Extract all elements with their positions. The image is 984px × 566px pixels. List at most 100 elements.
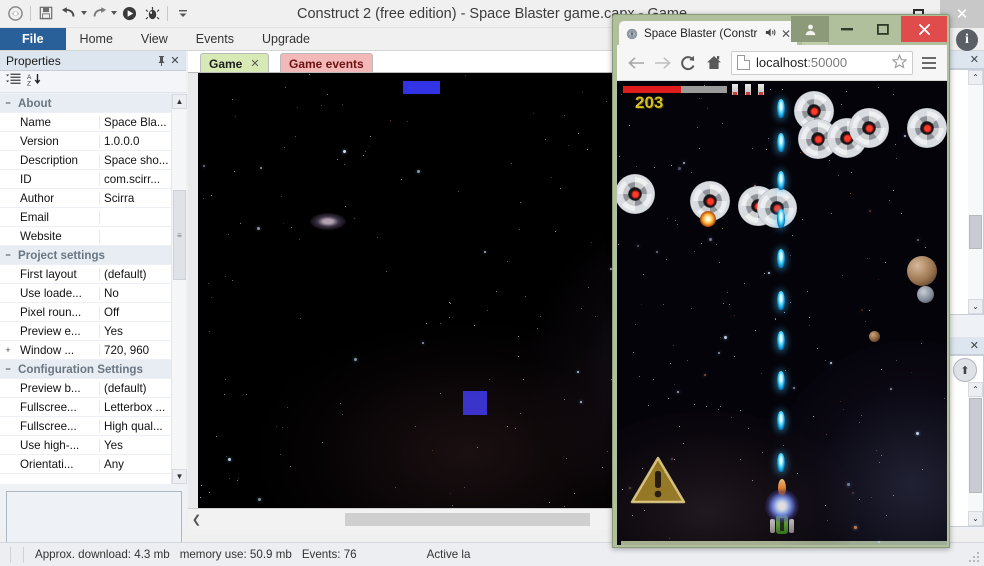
property-row[interactable]: Orientati... Any [0,455,171,474]
ribbon-tab-events[interactable]: Events [182,28,248,50]
pin-icon[interactable] [154,54,168,68]
property-value[interactable]: Off [100,306,171,319]
scrollbar-thumb[interactable] [969,215,982,249]
info-icon[interactable]: i [956,29,978,51]
tab-game-events[interactable]: Game events [280,53,373,73]
property-row[interactable]: Email [0,208,171,227]
scrollbar-thumb[interactable] [345,512,590,526]
row-expander-icon[interactable]: + [0,345,16,355]
planet-sprite [907,256,937,286]
star-sprite [344,164,345,165]
browser-tab-close-icon[interactable]: ✕ [781,27,791,41]
property-value[interactable]: Scirra [100,192,171,205]
property-value[interactable]: Space sho... [100,154,171,167]
scrollbar-thumb[interactable]: ≡ [173,190,186,280]
scroll-up-icon[interactable]: ⌃ [968,382,983,397]
property-row[interactable]: First layout (default) [0,265,171,284]
categorized-view-icon[interactable] [6,73,21,91]
forward-icon[interactable] [649,50,675,76]
property-row[interactable]: Name Space Bla... [0,113,171,132]
scroll-up-icon[interactable]: ▲ [172,94,187,109]
scrollbar-thumb[interactable] [969,398,982,493]
right-panel-1-close-icon[interactable]: ✕ [970,53,979,66]
chrome-close-button[interactable] [901,16,947,42]
property-row[interactable]: Website [0,227,171,246]
ribbon-tab-file[interactable]: File [0,28,66,50]
group-expander-icon[interactable]: − [0,98,16,108]
property-value[interactable]: com.scirr... [100,173,171,186]
sort-alphabetical-icon[interactable]: AZ [27,73,42,91]
star-sprite [731,417,732,418]
right-panel-1-body[interactable]: ⌃ ⌄ [948,69,984,315]
right-panel-2-close-icon[interactable]: ✕ [970,339,979,352]
star-sprite [578,133,579,134]
property-row[interactable]: Author Scirra [0,189,171,208]
property-value[interactable]: High qual... [100,420,171,433]
property-row[interactable]: Use high-... Yes [0,436,171,455]
property-row[interactable]: ID com.scirr... [0,170,171,189]
scroll-down-icon[interactable]: ▼ [172,469,187,484]
game-viewport[interactable]: 203 [617,81,947,545]
property-value[interactable]: Space Bla... [100,116,171,129]
right-panel-1-scrollbar[interactable]: ⌃ ⌄ [968,70,983,314]
properties-scrollbar[interactable]: ▲ ≡ ▼ [171,94,187,484]
home-icon[interactable] [701,50,727,76]
ribbon-tab-upgrade[interactable]: Upgrade [248,28,324,50]
tab-game-close-icon[interactable]: ✕ [250,57,259,70]
property-group-about[interactable]: − About [0,94,171,113]
scroll-down-icon[interactable]: ⌄ [968,299,983,314]
property-value[interactable]: Letterbox ... [100,401,171,414]
collapse-panel-button[interactable]: ⬆ [949,356,983,382]
resize-grip[interactable] [967,550,981,564]
property-value[interactable]: (default) [100,268,171,281]
star-sprite [704,85,705,86]
property-row[interactable]: Use loade... No [0,284,171,303]
property-group-configuration-settings[interactable]: − Configuration Settings [0,360,171,379]
scroll-down-icon[interactable]: ⌄ [968,511,983,526]
right-panel-2-scrollbar[interactable]: ⌃ ⌄ [968,382,983,526]
right-panel-2-body[interactable]: ⬆ ⌃ ⌄ [948,355,984,527]
bookmark-star-icon[interactable] [891,53,908,72]
property-group-project-settings[interactable]: − Project settings [0,246,171,265]
browser-tab[interactable]: Space Blaster (Constr ✕ [619,21,797,46]
scroll-left-icon[interactable]: ❮ [188,513,205,526]
tab-audio-icon[interactable] [765,27,777,41]
scroll-up-icon[interactable]: ⌃ [968,70,983,85]
group-expander-icon[interactable]: − [0,250,16,260]
property-row[interactable]: Version 1.0.0.0 [0,132,171,151]
property-row[interactable]: Fullscree... Letterbox ... [0,398,171,417]
property-row[interactable]: + Window ... 720, 960 [0,341,171,360]
property-row[interactable]: Fullscree... High qual... [0,417,171,436]
chrome-user-avatar-icon[interactable] [791,16,829,42]
property-value[interactable]: 1.0.0.0 [100,135,171,148]
property-row[interactable]: Preview e... Yes [0,322,171,341]
property-row[interactable]: Description Space sho... [0,151,171,170]
reload-icon[interactable] [675,50,701,76]
chrome-maximize-button[interactable] [865,16,901,42]
back-icon[interactable] [623,50,649,76]
tab-game[interactable]: Game ✕ [200,53,269,73]
property-value[interactable]: Any [100,458,171,471]
property-value[interactable]: (default) [100,382,171,395]
chrome-menu-icon[interactable] [917,50,941,76]
property-value[interactable]: No [100,287,171,300]
star-sprite [232,280,233,281]
star-sprite [228,458,231,461]
arrow-up-circle-icon: ⬆ [953,358,977,382]
property-value[interactable]: Yes [100,439,171,452]
property-value[interactable]: Yes [100,325,171,338]
star-sprite [859,499,860,500]
ribbon-tab-view[interactable]: View [127,28,182,50]
property-value[interactable]: 720, 960 [100,344,171,357]
star-sprite [854,526,857,529]
star-sprite [465,75,466,76]
properties-close-icon[interactable]: ✕ [168,54,182,68]
ribbon-tab-home[interactable]: Home [66,28,127,50]
address-bar[interactable]: localhost:50000 [731,50,913,75]
chrome-minimize-button[interactable] [829,16,865,42]
star-sprite [762,452,763,453]
property-row[interactable]: Pixel roun... Off [0,303,171,322]
property-row[interactable]: Preview b... (default) [0,379,171,398]
group-expander-icon[interactable]: − [0,364,16,374]
properties-grid[interactable]: − About Name Space Bla... Version 1.0.0.0 Desc… [0,94,186,484]
